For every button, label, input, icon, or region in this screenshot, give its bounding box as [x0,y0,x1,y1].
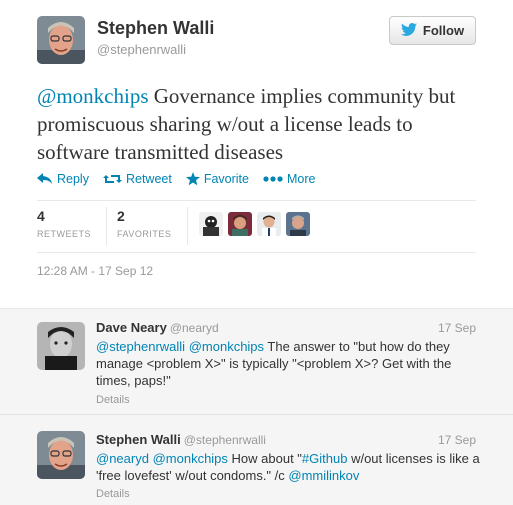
reply-avatar[interactable] [37,431,85,479]
follow-button[interactable]: Follow [389,16,476,45]
favorites-stat[interactable]: 2 FAVORITES [117,208,171,239]
list-item[interactable]: Stephen Walli @stephenrwalli 17 Sep @near… [0,415,513,505]
reply-label: Reply [57,172,89,186]
reply-author-name: Stephen Walli [96,432,181,447]
reply-author[interactable]: Stephen Walli @stephenrwalli [96,432,266,447]
reply-mention[interactable]: @monkchips [189,339,264,354]
reply-hashtag[interactable]: #Github [302,451,348,466]
reply-details-link[interactable]: Details [96,488,130,500]
reply-mention[interactable]: @monkchips [153,451,228,466]
favoriter-avatar[interactable] [257,212,281,236]
favorites-count: 2 [117,208,125,224]
favorite-label: Favorite [203,172,249,186]
retweets-label: RETWEETS [37,229,92,239]
tweet-text: @monkchips Governance implies community … [37,82,477,166]
favoriter-avatar[interactable] [286,212,310,236]
twitter-bird-icon [400,22,417,39]
reply-text: @nearyd @monkchips How about "#Github w/… [96,450,481,484]
reply-author-handle: @nearyd [169,321,219,335]
more-button[interactable]: More [263,172,315,186]
reply-author[interactable]: Dave Neary @nearyd [96,320,219,335]
retweet-icon [102,173,122,185]
more-dots-icon [263,175,283,183]
favorites-label: FAVORITES [117,229,172,239]
favorite-star-icon [185,172,200,186]
reply-author-name: Dave Neary [96,320,167,335]
reply-body: How about " [227,451,302,466]
more-label: More [286,172,316,186]
divider-top [37,200,476,201]
stat-separator [187,207,188,245]
retweets-stat[interactable]: 4 RETWEETS [37,208,91,239]
reply-avatar[interactable] [37,322,85,370]
favoriter-avatar[interactable] [228,212,252,236]
reply-text: @stephenrwalli @monkchips The answer to … [96,338,481,389]
stat-separator [106,207,107,245]
reply-details-link[interactable]: Details [96,394,130,406]
retweet-button[interactable]: Retweet [102,172,172,186]
retweets-count: 4 [37,208,45,224]
reply-author-handle: @stephenrwalli [183,433,266,447]
replies-list: Dave Neary @nearyd 17 Sep @stephenrwalli … [0,308,513,505]
reply-mention[interactable]: @nearyd [96,451,149,466]
follow-label: Follow [422,23,465,38]
favorite-button[interactable]: Favorite [185,172,249,186]
reply-icon [37,173,53,185]
reply-date[interactable]: 17 Sep [438,321,476,335]
retweet-label: Retweet [125,172,172,186]
tweet-timestamp[interactable]: 12:28 AM - 17 Sep 12 [37,264,153,278]
favoriter-avatar[interactable] [199,212,223,236]
list-item[interactable]: Dave Neary @nearyd 17 Sep @stephenrwalli … [0,309,513,415]
author-handle[interactable]: @stephenrwalli [97,42,186,57]
author-avatar[interactable] [37,16,85,64]
tweet-detail: Stephen Walli @stephenrwalli Follow @mon… [0,0,513,300]
reply-mention[interactable]: @stephenrwalli [96,339,185,354]
tweet-actions: Reply Retweet Favorite More [37,172,315,186]
reply-mention[interactable]: @mmilinkov [288,468,359,483]
author-name[interactable]: Stephen Walli [97,18,214,39]
reply-date[interactable]: 17 Sep [438,433,476,447]
tweet-mention[interactable]: @monkchips [37,84,149,108]
reply-button[interactable]: Reply [37,172,89,186]
divider-bottom [37,252,476,253]
